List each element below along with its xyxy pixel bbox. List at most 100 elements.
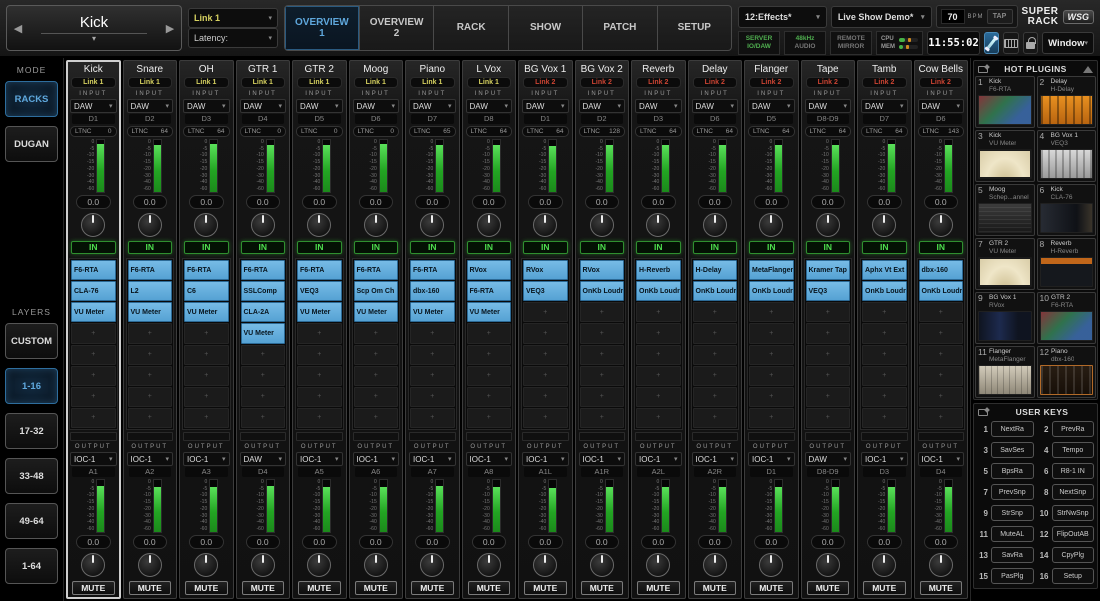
output-source-dropdown[interactable]: IOC-1 ▾: [635, 452, 682, 466]
plugin-slot-scp-om-ch[interactable]: Scp Om Ch: [354, 281, 399, 301]
output-source-dropdown[interactable]: IOC-1 ▾: [466, 452, 513, 466]
channel-link-badge[interactable]: Link 1: [354, 77, 399, 88]
user-key-button-savra[interactable]: SavRa: [991, 547, 1034, 563]
in-button[interactable]: IN: [128, 241, 173, 254]
channel-link-badge[interactable]: Link 2: [862, 77, 907, 88]
empty-insert-bar[interactable]: [409, 432, 456, 441]
channel-name[interactable]: Flanger: [746, 62, 797, 77]
empty-plugin-slot[interactable]: +: [749, 366, 794, 386]
plugin-slot-vu-meter[interactable]: VU Meter: [128, 302, 173, 322]
empty-insert-bar[interactable]: [522, 432, 569, 441]
empty-plugin-slot[interactable]: +: [297, 408, 342, 428]
empty-plugin-slot[interactable]: +: [806, 366, 851, 386]
hot-plugin-thumbnail-dbx-160[interactable]: [1040, 365, 1094, 395]
input-gain-knob[interactable]: [803, 210, 854, 239]
plugin-slot-f6-rta[interactable]: F6-RTA: [467, 281, 512, 301]
output-source-dropdown[interactable]: IOC-1 ▾: [296, 452, 343, 466]
input-gain-knob[interactable]: [746, 210, 797, 239]
empty-plugin-slot[interactable]: +: [297, 345, 342, 365]
plugin-slot-rvox[interactable]: RVox: [580, 260, 625, 280]
channel-name[interactable]: Snare: [125, 62, 176, 77]
empty-plugin-slot[interactable]: +: [184, 345, 229, 365]
lock-button[interactable]: [1023, 32, 1038, 54]
plugin-slot-rvox[interactable]: RVox: [467, 260, 512, 280]
empty-plugin-slot[interactable]: +: [523, 408, 568, 428]
tab-patch[interactable]: PATCH: [583, 6, 657, 50]
output-source-dropdown[interactable]: DAW ▾: [240, 452, 287, 466]
empty-plugin-slot[interactable]: +: [410, 387, 455, 407]
channel-strip-snare[interactable]: Snare Link 1 INPUT DAW ▾ D2 LTNC 64 0-5-…: [123, 60, 178, 599]
plugin-slot-vu-meter[interactable]: VU Meter: [184, 302, 229, 322]
input-source-dropdown[interactable]: DAW ▾: [127, 99, 174, 113]
empty-plugin-slot[interactable]: +: [128, 366, 173, 386]
empty-plugin-slot[interactable]: +: [354, 408, 399, 428]
hot-plugin-cell-7[interactable]: 7 GTR 2 VU Meter: [975, 238, 1035, 290]
user-key-button-muteal[interactable]: MuteAL: [991, 526, 1034, 542]
plugin-slot-h-delay[interactable]: H-Delay: [693, 260, 738, 280]
output-source-dropdown[interactable]: DAW ▾: [805, 452, 852, 466]
hot-plugin-cell-10[interactable]: 10 GTR 2 F6-RTA: [1037, 292, 1097, 344]
window-dropdown[interactable]: Window ▾: [1042, 32, 1094, 54]
tab-overview-2[interactable]: OVERVIEW 2: [360, 6, 435, 50]
empty-plugin-slot[interactable]: +: [467, 323, 512, 343]
empty-plugin-slot[interactable]: +: [580, 387, 625, 407]
channel-strip-flanger[interactable]: Flanger Link 2 INPUT DAW ▾ D5 LTNC 64 0-…: [744, 60, 799, 599]
channel-strip-piano[interactable]: Piano Link 1 INPUT DAW ▾ D7 LTNC 65 0-5-…: [405, 60, 460, 599]
hot-plugin-cell-2[interactable]: 2 Delay H-Delay: [1037, 76, 1097, 128]
channel-name[interactable]: Tamb: [859, 62, 910, 77]
input-source-dropdown[interactable]: DAW ▾: [240, 99, 287, 113]
channel-strip-tape[interactable]: Tape Link 2 INPUT DAW ▾ D8-D9 LTNC 64 0-…: [801, 60, 856, 599]
plugin-slot-f6-rta[interactable]: F6-RTA: [241, 260, 286, 280]
hot-plugin-thumbnail-vu-meter[interactable]: [978, 257, 1032, 287]
plugin-slot-veq3[interactable]: VEQ3: [523, 281, 568, 301]
input-source-dropdown[interactable]: DAW ▾: [748, 99, 795, 113]
mute-button[interactable]: MUTE: [468, 581, 511, 595]
empty-insert-bar[interactable]: [805, 432, 852, 441]
plugin-slot-h-reverb[interactable]: H-Reverb: [636, 260, 681, 280]
in-button[interactable]: IN: [806, 241, 851, 254]
empty-plugin-slot[interactable]: +: [919, 302, 964, 322]
mute-button[interactable]: MUTE: [242, 581, 285, 595]
link-dropdown[interactable]: Link 1 ▾: [188, 8, 278, 28]
output-gain-knob[interactable]: [68, 550, 119, 579]
empty-plugin-slot[interactable]: +: [523, 366, 568, 386]
hot-plugin-cell-3[interactable]: 3 Kick VU Meter: [975, 130, 1035, 182]
in-button[interactable]: IN: [241, 241, 286, 254]
empty-plugin-slot[interactable]: +: [862, 408, 907, 428]
empty-plugin-slot[interactable]: +: [71, 387, 116, 407]
output-gain-knob[interactable]: [407, 550, 458, 579]
empty-plugin-slot[interactable]: +: [862, 387, 907, 407]
channel-link-badge[interactable]: Link 2: [693, 77, 738, 88]
input-source-dropdown[interactable]: DAW ▾: [861, 99, 908, 113]
empty-plugin-slot[interactable]: +: [523, 302, 568, 322]
input-gain-knob[interactable]: [125, 210, 176, 239]
user-key-button-savses[interactable]: SavSes: [991, 442, 1034, 458]
empty-plugin-slot[interactable]: +: [636, 323, 681, 343]
output-source-dropdown[interactable]: IOC-1 ▾: [579, 452, 626, 466]
input-gain-knob[interactable]: [68, 210, 119, 239]
channel-link-badge[interactable]: Link 1: [297, 77, 342, 88]
empty-insert-bar[interactable]: [918, 432, 965, 441]
empty-plugin-slot[interactable]: +: [241, 387, 286, 407]
empty-plugin-slot[interactable]: +: [71, 366, 116, 386]
in-button[interactable]: IN: [636, 241, 681, 254]
empty-plugin-slot[interactable]: +: [241, 345, 286, 365]
output-source-dropdown[interactable]: IOC-1 ▾: [918, 452, 965, 466]
channel-link-badge[interactable]: Link 2: [806, 77, 851, 88]
output-gain-knob[interactable]: [690, 550, 741, 579]
plugin-slot-cla-2a[interactable]: CLA-2A: [241, 302, 286, 322]
empty-plugin-slot[interactable]: +: [241, 408, 286, 428]
output-gain-knob[interactable]: [520, 550, 571, 579]
input-gain-knob[interactable]: [520, 210, 571, 239]
tab-setup[interactable]: SETUP: [658, 6, 731, 50]
in-button[interactable]: IN: [467, 241, 512, 254]
input-gain-knob[interactable]: [181, 210, 232, 239]
in-button[interactable]: IN: [749, 241, 794, 254]
plugin-slot-l2[interactable]: L2: [128, 281, 173, 301]
input-gain-knob[interactable]: [859, 210, 910, 239]
empty-plugin-slot[interactable]: +: [636, 366, 681, 386]
input-source-dropdown[interactable]: DAW ▾: [692, 99, 739, 113]
hot-plugin-thumbnail-schep-annel[interactable]: [978, 203, 1032, 233]
channel-name[interactable]: Reverb: [633, 62, 684, 77]
plugin-slot-onkb-loudr[interactable]: OnKb Loudr: [749, 281, 794, 301]
